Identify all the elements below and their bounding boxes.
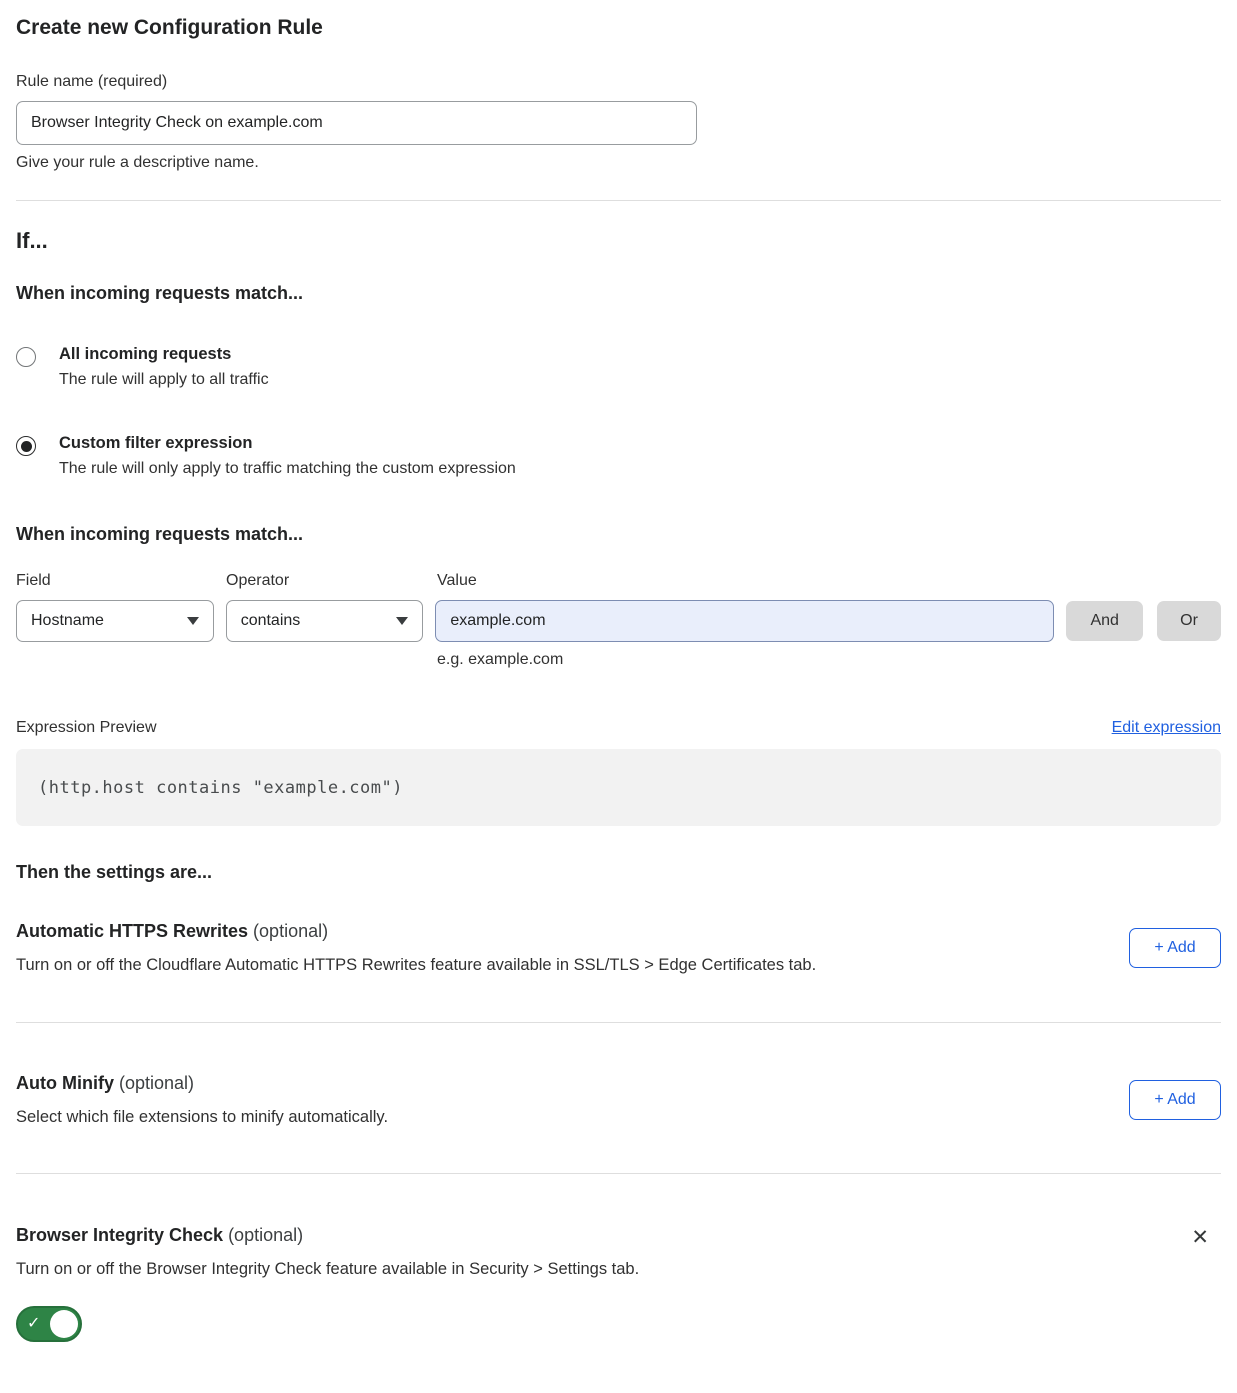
section-divider: [16, 1022, 1221, 1023]
radio-icon[interactable]: [16, 347, 36, 367]
or-button[interactable]: Or: [1157, 601, 1221, 641]
expression-preview-box: (http.host contains "example.com"): [16, 749, 1221, 826]
check-icon: ✓: [27, 1313, 40, 1333]
create-configuration-rule-form: Create new Configuration Rule Rule name …: [0, 16, 1237, 1347]
add-automatic-https-rewrites-button[interactable]: + Add: [1129, 928, 1221, 968]
radio-option-all-incoming-requests[interactable]: All incoming requests The rule will appl…: [16, 345, 1221, 389]
radio-option-texts: All incoming requests The rule will appl…: [59, 345, 269, 389]
setting-automatic-https-rewrites: Automatic HTTPS Rewrites (optional) Turn…: [16, 921, 1221, 975]
setting-title-optional: (optional): [223, 1225, 303, 1245]
setting-description: Select which file extensions to minify a…: [16, 1108, 1105, 1127]
setting-description: Turn on or off the Cloudflare Automatic …: [16, 956, 1105, 975]
section-divider: [16, 200, 1221, 201]
rule-name-help: Give your rule a descriptive name.: [16, 154, 1221, 172]
setting-browser-integrity-check: Browser Integrity Check (optional) ✕ Tur…: [16, 1225, 1221, 1347]
setting-title-name: Automatic HTTPS Rewrites: [16, 921, 248, 941]
if-heading: If...: [16, 228, 1221, 254]
setting-title: Auto Minify (optional): [16, 1073, 1105, 1094]
value-input[interactable]: [435, 600, 1054, 642]
setting-description: Turn on or off the Browser Integrity Che…: [16, 1260, 1221, 1279]
radio-icon-selected[interactable]: [16, 436, 36, 456]
setting-title-optional: (optional): [248, 921, 328, 941]
expression-builder-row: Hostname contains And Or: [16, 600, 1221, 642]
field-select[interactable]: Hostname: [16, 600, 214, 642]
rule-name-label: Rule name (required): [16, 73, 1221, 91]
setting-title-optional: (optional): [114, 1073, 194, 1093]
operator-select-value: contains: [241, 612, 301, 630]
field-label: Field: [16, 572, 226, 590]
setting-header: Browser Integrity Check (optional) ✕: [16, 1225, 1221, 1248]
rule-name-input[interactable]: [16, 101, 697, 145]
chevron-down-icon: [187, 617, 199, 625]
operator-label: Operator: [226, 572, 437, 590]
setting-title-name: Auto Minify: [16, 1073, 114, 1093]
match-heading: When incoming requests match...: [16, 283, 1221, 304]
field-select-value: Hostname: [31, 612, 104, 630]
setting-texts: Auto Minify (optional) Select which file…: [16, 1073, 1129, 1127]
value-hint: e.g. example.com: [437, 651, 1221, 669]
radio-option-label: All incoming requests: [59, 345, 269, 364]
setting-title: Automatic HTTPS Rewrites (optional): [16, 921, 1105, 942]
radio-option-description: The rule will apply to all traffic: [59, 371, 269, 389]
toggle-knob[interactable]: [50, 1310, 78, 1338]
close-icon[interactable]: ✕: [1191, 1227, 1209, 1248]
expression-code: (http.host contains "example.com"): [38, 778, 403, 798]
expression-preview-header: Expression Preview Edit expression: [16, 719, 1221, 737]
and-button[interactable]: And: [1066, 601, 1143, 641]
setting-texts: Automatic HTTPS Rewrites (optional) Turn…: [16, 921, 1129, 975]
chevron-down-icon: [396, 617, 408, 625]
expression-builder-labels: Field Operator Value: [16, 572, 1221, 590]
expression-builder-heading: When incoming requests match...: [16, 524, 1221, 545]
add-auto-minify-button[interactable]: + Add: [1129, 1080, 1221, 1120]
section-divider: [16, 1173, 1221, 1174]
setting-title-name: Browser Integrity Check: [16, 1225, 223, 1245]
value-label: Value: [437, 572, 477, 590]
page-title: Create new Configuration Rule: [16, 16, 1221, 40]
edit-expression-link[interactable]: Edit expression: [1112, 719, 1221, 737]
radio-option-custom-filter-expression[interactable]: Custom filter expression The rule will o…: [16, 434, 1221, 478]
radio-option-description: The rule will only apply to traffic matc…: [59, 460, 516, 478]
operator-select[interactable]: contains: [226, 600, 424, 642]
browser-integrity-check-toggle[interactable]: ✓: [16, 1306, 82, 1342]
radio-option-label: Custom filter expression: [59, 434, 516, 453]
radio-option-texts: Custom filter expression The rule will o…: [59, 434, 516, 478]
expression-preview-label: Expression Preview: [16, 719, 157, 737]
setting-auto-minify: Auto Minify (optional) Select which file…: [16, 1073, 1221, 1127]
then-settings-heading: Then the settings are...: [16, 862, 1221, 883]
setting-title: Browser Integrity Check (optional): [16, 1225, 303, 1246]
